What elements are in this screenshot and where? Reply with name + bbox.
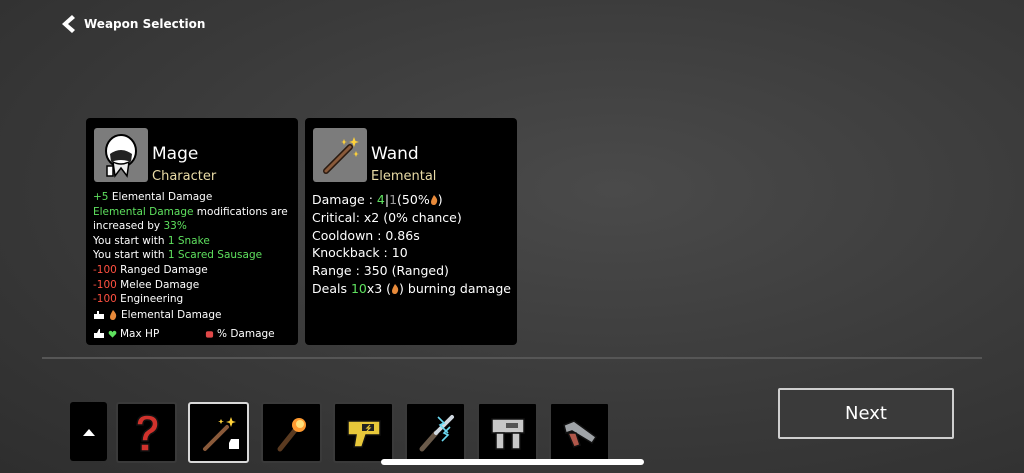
- stat-line: Knockback : 10: [312, 244, 511, 262]
- damage-label: % Damage: [217, 328, 275, 340]
- caret-up-icon: [82, 428, 95, 436]
- stat-text: ) burning damage: [399, 280, 511, 296]
- stat-line: You start with 1 Snake: [93, 234, 288, 249]
- weapon-slot-robot-gun[interactable]: [477, 402, 538, 463]
- stat-line: Deals 10x3 ( ) burning damage: [312, 280, 511, 298]
- stat-text: modifications are: [193, 205, 288, 218]
- stat-text: +5: [93, 191, 109, 203]
- divider: [42, 357, 982, 359]
- back-button[interactable]: Weapon Selection: [58, 12, 205, 36]
- stat-text: Range : 350 (Ranged): [312, 263, 449, 279]
- weapon-slot-wand[interactable]: [188, 402, 249, 463]
- class-stat-tags: Max HP % Damage: [93, 328, 293, 340]
- stat-text: 1 Snake: [167, 234, 210, 247]
- home-indicator[interactable]: [381, 459, 644, 465]
- stat-text: Elemental Damage: [108, 191, 213, 203]
- stat-text: You start with: [93, 249, 168, 262]
- damage-tag: % Damage: [205, 328, 275, 340]
- stat-text: 33%: [163, 220, 187, 233]
- stat-line: Cooldown : 0.86s: [312, 227, 511, 245]
- stat-text: Ranged Damage: [116, 263, 208, 276]
- page-title: Weapon Selection: [84, 17, 206, 31]
- stat-text: You start with: [93, 234, 168, 247]
- stat-line: Critical: x2 (0% chance): [312, 209, 511, 227]
- thumbs-up-icon: [94, 329, 104, 338]
- weapon-slot-shotgun[interactable]: [549, 402, 610, 463]
- stat-text: Cooldown : 0.86s: [312, 227, 420, 243]
- stat-text: -100: [93, 293, 117, 306]
- back-arrow-icon: [62, 15, 75, 33]
- mage-portrait-icon: [94, 128, 148, 182]
- stat-text: Critical: x2 (0% chance): [312, 209, 462, 225]
- torch-icon: [277, 417, 306, 451]
- stat-text: Elemental Damage: [93, 205, 194, 218]
- weapon-slot-lightning-shiv[interactable]: [405, 402, 466, 463]
- weapon-slot-random[interactable]: [116, 402, 177, 463]
- fist-icon: [205, 331, 214, 338]
- character-card: Mage Character +5 Elemental Damage Elemen…: [86, 118, 298, 345]
- taser-icon: [346, 419, 381, 448]
- robot-gun-icon: [490, 417, 525, 450]
- stat-text: 4: [376, 192, 385, 207]
- character-name: Mage: [152, 144, 199, 164]
- stat-line: +5 Elemental Damage: [93, 190, 288, 205]
- lightning-shiv-icon: [419, 414, 454, 451]
- weapon-card: Wand Elemental Damage : 4|1(50%) Critical…: [305, 118, 517, 345]
- stat-line: -100 Melee Damage: [93, 278, 288, 293]
- stat-line: Damage : 4|1(50%): [312, 191, 511, 209]
- stat-text: x3 (: [366, 280, 392, 296]
- character-stats-list: +5 Elemental Damage Elemental Damage modi…: [93, 190, 288, 307]
- fire-icon: [430, 195, 437, 205]
- stat-line: Elemental Damage modifications are: [93, 205, 288, 220]
- fire-icon: [392, 283, 399, 294]
- stat-text: 1: [389, 192, 398, 207]
- weapon-slot-taser[interactable]: [333, 402, 394, 463]
- weapon-stats-list: Damage : 4|1(50%) Critical: x2 (0% chance…: [312, 191, 511, 298]
- wand-icon: [202, 416, 239, 451]
- weapon-name: Wand: [371, 144, 419, 164]
- stat-text: ): [437, 192, 443, 207]
- stat-line: -100 Ranged Damage: [93, 263, 288, 278]
- class-elemental-tag: Elemental Damage: [93, 309, 221, 321]
- weapon-type: Elemental: [371, 169, 437, 184]
- stat-line: increased by 33%: [93, 219, 288, 234]
- max-hp-label: Max HP: [120, 328, 160, 340]
- stat-text: 1 Scared Sausage: [167, 249, 263, 262]
- next-button[interactable]: Next: [778, 388, 954, 439]
- stat-text: -100: [93, 263, 117, 276]
- stat-line: -100 Engineering: [93, 292, 288, 307]
- hand-icon: [94, 311, 104, 319]
- random-question-mark-icon: [135, 413, 159, 452]
- stat-text: Engineering: [116, 293, 184, 306]
- stat-text: Damage :: [312, 192, 377, 207]
- character-type: Character: [152, 169, 217, 184]
- wand-icon: [313, 128, 367, 182]
- heart-icon: [108, 330, 117, 338]
- elemental-tag-label: Elemental Damage: [121, 309, 222, 321]
- scroll-up-button[interactable]: [70, 402, 107, 461]
- stat-text: increased by: [93, 220, 164, 233]
- stat-text: Deals: [312, 280, 351, 296]
- stat-text: 10: [350, 280, 367, 296]
- weapon-slot-torch[interactable]: [261, 402, 322, 463]
- stat-line: Range : 350 (Ranged): [312, 262, 511, 280]
- stat-line: You start with 1 Scared Sausage: [93, 248, 288, 263]
- max-hp-tag: Max HP: [93, 328, 159, 340]
- stat-text: Knockback : 10: [312, 245, 408, 261]
- shotgun-icon: [562, 419, 597, 448]
- stat-text: Melee Damage: [116, 278, 200, 291]
- fire-icon: [110, 310, 117, 320]
- stat-text: (50%: [397, 192, 430, 207]
- stat-text: -100: [93, 278, 117, 291]
